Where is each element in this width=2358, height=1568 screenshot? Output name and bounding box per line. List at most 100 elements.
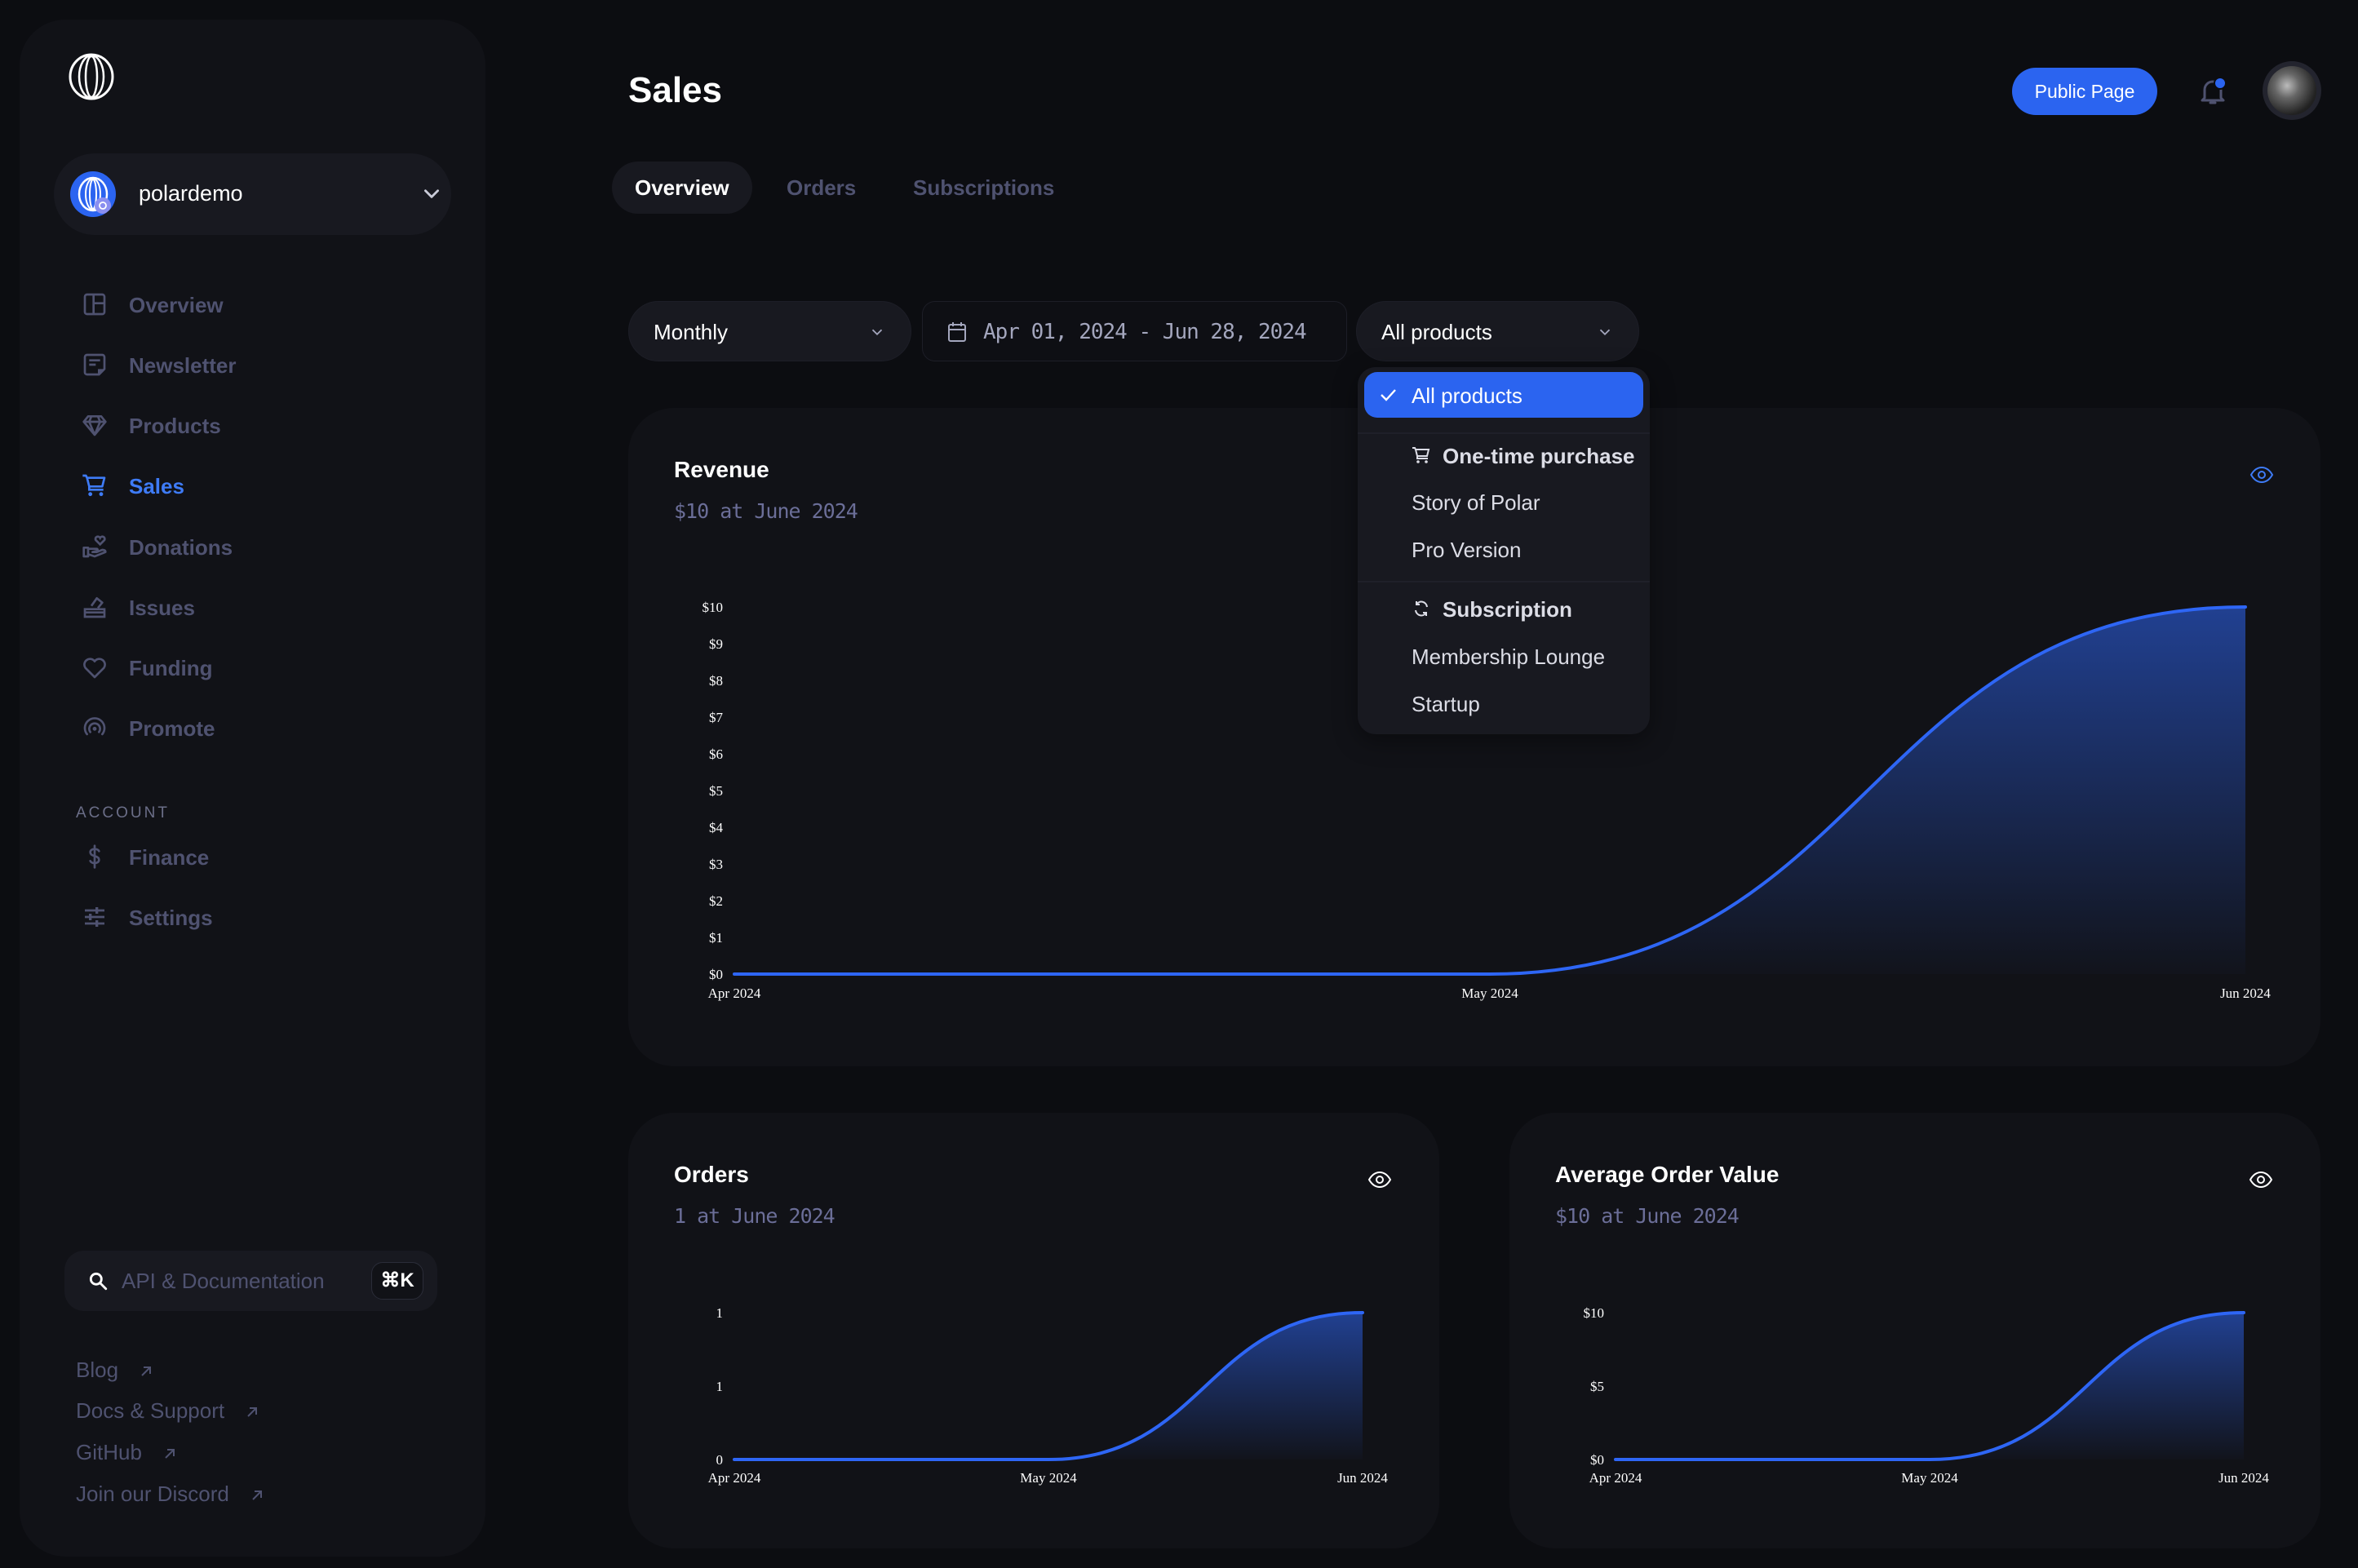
blog-link[interactable]: Blog xyxy=(76,1358,153,1383)
group-label: Subscription xyxy=(1443,597,1572,622)
tab-subscriptions[interactable]: Subscriptions xyxy=(913,162,1054,214)
heart-icon xyxy=(83,658,106,679)
option-label: All products xyxy=(1412,383,1523,408)
sidebar-item-newsletter[interactable]: Newsletter xyxy=(73,342,449,388)
sidebar-item-finance[interactable]: Finance xyxy=(73,834,449,879)
x-tick-label: May 2024 xyxy=(1901,1470,1958,1486)
y-tick-label: $6 xyxy=(709,746,723,762)
diamond-icon xyxy=(82,415,107,436)
y-tick-label: 1 xyxy=(716,1305,724,1321)
organization-selector[interactable]: polardemo xyxy=(54,153,451,235)
product-select[interactable]: All products xyxy=(1356,301,1639,361)
sidebar-item-sales[interactable]: Sales xyxy=(73,463,449,508)
sidebar-item-label: Issues xyxy=(129,596,195,620)
github-link[interactable]: GitHub xyxy=(76,1440,177,1465)
interval-value: Monthly xyxy=(654,320,729,344)
polar-logo-icon[interactable] xyxy=(67,52,116,101)
link-label: GitHub xyxy=(76,1440,142,1464)
cart-icon xyxy=(1412,447,1430,463)
option-label: Story of Polar xyxy=(1412,490,1540,515)
broadcast-icon xyxy=(83,717,106,736)
tab-overview[interactable]: Overview xyxy=(612,162,752,214)
y-tick-label: $2 xyxy=(709,893,723,909)
x-tick-label: May 2024 xyxy=(1461,986,1518,1001)
hand-heart-icon xyxy=(82,535,107,558)
sidebar-item-funding[interactable]: Funding xyxy=(73,644,449,690)
newsletter-icon xyxy=(83,353,106,376)
y-tick-label: $5 xyxy=(709,783,723,799)
docs-support-link[interactable]: Docs & Support xyxy=(76,1398,259,1424)
dropdown-option-pro-version[interactable]: Pro Version xyxy=(1364,526,1643,572)
chevron-down-icon xyxy=(871,329,883,336)
product-value: All products xyxy=(1381,320,1492,344)
sidebar-item-label: Promote xyxy=(129,716,215,741)
sliders-icon xyxy=(85,907,104,927)
interval-select[interactable]: Monthly xyxy=(628,301,911,361)
notifications-bell-icon[interactable] xyxy=(2196,75,2229,108)
cart-icon xyxy=(82,474,106,497)
sidebar-item-label: Funding xyxy=(129,656,213,680)
group-label: One-time purchase xyxy=(1443,444,1635,468)
external-link-icon xyxy=(141,1366,152,1376)
y-tick-label: $8 xyxy=(709,673,723,689)
chevron-down-icon xyxy=(1599,329,1611,336)
y-tick-label: $4 xyxy=(709,820,724,835)
sidebar-item-issues[interactable]: Issues xyxy=(73,584,449,630)
date-range-picker[interactable]: Apr 01, 2024 - Jun 28, 2024 xyxy=(922,301,1347,361)
link-label: Blog xyxy=(76,1358,119,1382)
sidebar-item-label: Settings xyxy=(129,906,213,930)
y-tick-label: $3 xyxy=(709,857,723,872)
y-tick-label: $10 xyxy=(1584,1305,1605,1321)
y-tick-label: 0 xyxy=(716,1452,724,1468)
public-page-button[interactable]: Public Page xyxy=(2012,68,2157,115)
user-avatar[interactable] xyxy=(2263,61,2321,120)
issues-icon xyxy=(83,597,106,618)
search-icon xyxy=(89,1272,108,1291)
calendar-icon xyxy=(948,322,966,342)
discord-link[interactable]: Join our Discord xyxy=(76,1482,264,1507)
sidebar-item-donations[interactable]: Donations xyxy=(73,524,449,569)
page-title: Sales xyxy=(628,70,722,110)
tab-orders[interactable]: Orders xyxy=(787,162,856,214)
sidebar-item-promote[interactable]: Promote xyxy=(73,705,449,751)
orders-card: Orders 1 at June 2024 0 1 1 Apr 2024 May 202… xyxy=(628,1113,1439,1548)
organization-avatar xyxy=(70,171,116,217)
average-order-value-chart: $0 $5 $10 Apr 2024 May 2024 Jun 2024 xyxy=(1584,1305,2270,1486)
link-label: Join our Discord xyxy=(76,1482,229,1506)
sidebar: polardemo Overview Newsletter Products S… xyxy=(20,20,485,1557)
date-range-value: Apr 01, 2024 - Jun 28, 2024 xyxy=(983,320,1307,344)
sidebar-item-label: Overview xyxy=(129,293,224,317)
dropdown-option-story-of-polar[interactable]: Story of Polar xyxy=(1364,479,1643,525)
average-order-value-card: Average Order Value $10 at June 2024 $0 $… xyxy=(1509,1113,2320,1548)
external-link-icon xyxy=(247,1407,258,1417)
sidebar-item-label: Donations xyxy=(129,535,233,560)
x-tick-label: Apr 2024 xyxy=(708,1470,761,1486)
dropdown-option-startup[interactable]: Startup xyxy=(1364,680,1643,726)
account-section-label: ACCOUNT xyxy=(76,804,170,822)
notification-dot xyxy=(2214,77,2227,90)
sidebar-item-label: Finance xyxy=(129,845,210,870)
layout-icon xyxy=(83,293,106,316)
y-tick-label: $7 xyxy=(709,710,724,725)
chevron-down-icon xyxy=(424,189,439,198)
external-link-icon xyxy=(252,1490,263,1500)
y-tick-label: $0 xyxy=(709,967,723,982)
keyboard-shortcut-badge: ⌘K xyxy=(371,1262,423,1300)
orders-chart: 0 1 1 Apr 2024 May 2024 Jun 2024 xyxy=(708,1305,1389,1486)
external-link-icon xyxy=(165,1449,175,1459)
sidebar-item-overview[interactable]: Overview xyxy=(73,281,449,327)
product-dropdown-menu: All products One-time purchase Story of … xyxy=(1358,367,1650,734)
dropdown-option-all-products[interactable]: All products xyxy=(1364,372,1643,418)
sidebar-item-settings[interactable]: Settings xyxy=(73,894,449,940)
polar-logo-icon xyxy=(78,176,111,214)
sidebar-item-products[interactable]: Products xyxy=(73,402,449,448)
documentation-search[interactable]: API & Documentation ⌘K xyxy=(64,1251,437,1311)
organization-name: polardemo xyxy=(139,181,243,206)
dropdown-option-membership-lounge[interactable]: Membership Lounge xyxy=(1364,633,1643,679)
divider xyxy=(1358,581,1650,582)
x-tick-label: Apr 2024 xyxy=(708,986,761,1001)
x-tick-label: Jun 2024 xyxy=(2218,1470,2269,1486)
x-tick-label: Jun 2024 xyxy=(1337,1470,1388,1486)
x-tick-label: Apr 2024 xyxy=(1589,1470,1642,1486)
y-tick-label: $10 xyxy=(703,600,724,615)
